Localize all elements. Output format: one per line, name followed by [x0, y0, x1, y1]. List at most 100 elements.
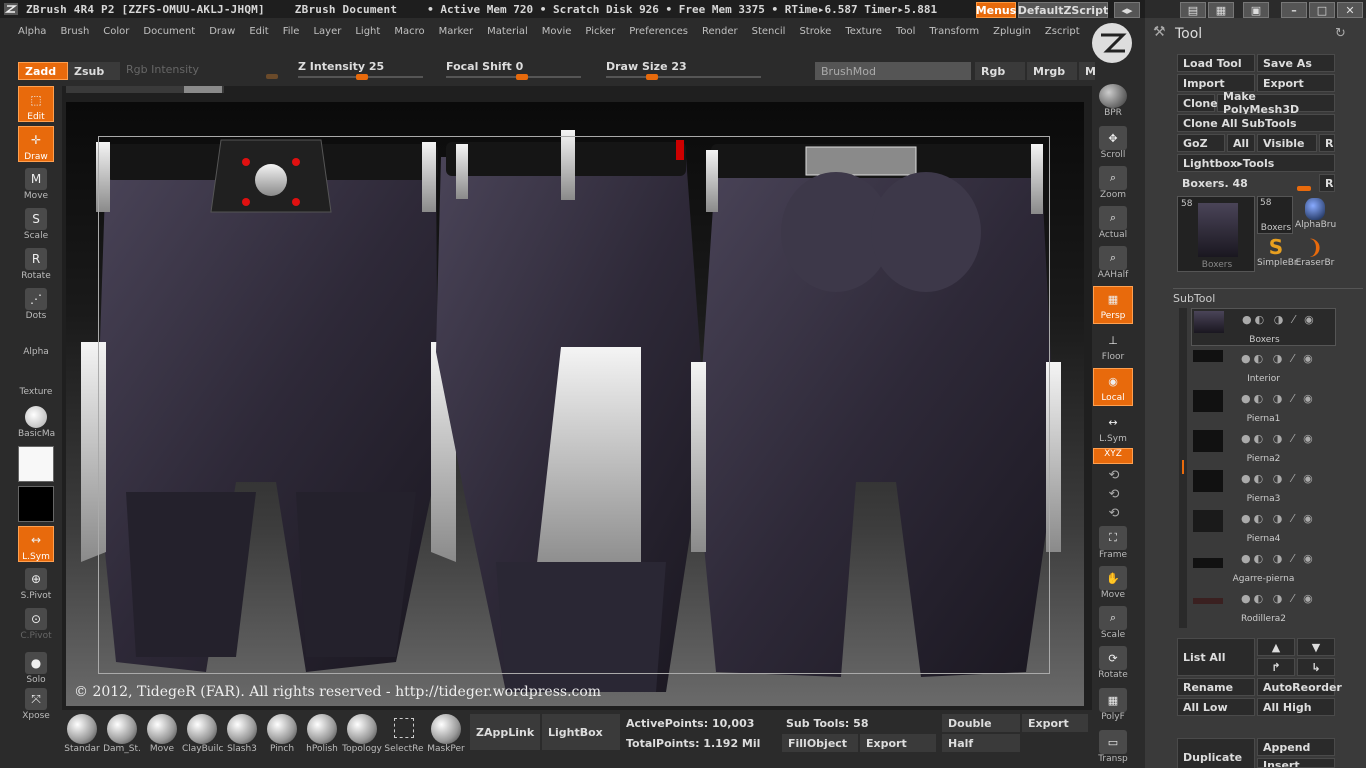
subtool-toggles-icon[interactable]: ●◐ ◑ ⁄ ◉ [1241, 352, 1316, 365]
edit-button[interactable]: ⬚ Edit [18, 86, 54, 122]
fill-object-button[interactable]: FillObject [782, 734, 858, 752]
brush-topology[interactable]: Topology [342, 714, 382, 754]
menu-material[interactable]: Material [487, 26, 528, 37]
subtool-item[interactable]: ●◐ ◑ ⁄ ◉ Interior [1191, 348, 1336, 386]
document-scrollbar[interactable] [66, 86, 224, 93]
menus-button[interactable]: Menus [976, 2, 1016, 18]
scale-view-button[interactable]: ⌕ Scale [1093, 606, 1133, 644]
palette-icon[interactable]: ▤ [1180, 2, 1206, 18]
brush-dam-standard[interactable]: Dam_St. [102, 714, 142, 754]
actual-button[interactable]: ⌕ Actual [1093, 206, 1133, 244]
persp-button[interactable]: ▦ Persp [1093, 286, 1133, 324]
brush-selectrect[interactable]: SelectRe [384, 714, 424, 754]
z-intensity-slider[interactable]: Z Intensity 25 [298, 60, 428, 80]
transp-button[interactable]: ▭ Transp [1093, 730, 1133, 768]
tool-thumb-simplebrush[interactable]: S SimpleBr [1257, 236, 1298, 274]
export-button-bottom[interactable]: Export [860, 734, 936, 752]
menu-layer[interactable]: Layer [313, 26, 341, 37]
xyz-button[interactable]: XYZ [1093, 448, 1133, 464]
texture-button[interactable]: Texture [18, 386, 54, 404]
viewport-canvas[interactable]: © 2012, TidegeR (FAR). All rights reserv… [66, 102, 1084, 706]
focal-shift-slider[interactable]: Focal Shift 0 [446, 60, 586, 80]
rgb-intensity-slider[interactable]: Rgb Intensity [120, 60, 280, 79]
zsub-button[interactable]: Zsub [68, 62, 120, 80]
clone-button[interactable]: Clone [1177, 94, 1218, 112]
brush-maskpen[interactable]: MaskPer [426, 714, 466, 754]
menu-light[interactable]: Light [355, 26, 380, 37]
all-low-button[interactable]: All Low [1177, 698, 1255, 716]
half-button[interactable]: Half [942, 734, 1020, 752]
zapplink-button[interactable]: ZAppLink [470, 714, 540, 750]
rotate-view-button[interactable]: ⟳ Rotate [1093, 646, 1133, 684]
menu-document[interactable]: Document [143, 26, 195, 37]
material-button[interactable]: BasicMa [18, 404, 55, 440]
menu-file[interactable]: File [283, 26, 300, 37]
floor-button[interactable]: ⊥ Floor [1093, 328, 1133, 366]
tool-thumb-alphabrush[interactable]: AlphaBru [1295, 196, 1336, 234]
draw-size-slider[interactable]: Draw Size 23 [606, 60, 766, 80]
move-button[interactable]: M Move [18, 166, 54, 202]
scale-button[interactable]: S Scale [18, 206, 54, 242]
menu-color[interactable]: Color [103, 26, 129, 37]
spivot-button[interactable]: ⊕ S.Pivot [18, 566, 54, 602]
maximize-icon[interactable]: □ [1309, 2, 1335, 18]
cpivot-button[interactable]: ⊙ C.Pivot [18, 606, 54, 642]
subtool-toggles-icon[interactable]: ●◐ ◑ ⁄ ◉ [1241, 472, 1316, 485]
main-color-swatch[interactable] [18, 446, 54, 482]
export-button-top[interactable]: Export [1022, 714, 1088, 732]
brushmod-slider[interactable]: BrushMod [815, 62, 971, 80]
menu-transform[interactable]: Transform [929, 26, 979, 37]
aahalf-button[interactable]: ⌕ AAHalf [1093, 246, 1133, 284]
lightbox-button[interactable]: LightBox [542, 714, 620, 750]
dots-button[interactable]: ⋰ Dots [18, 286, 54, 322]
subtool-item[interactable]: ●◐ ◑ ⁄ ◉ Pierna1 [1191, 388, 1336, 426]
solo-button[interactable]: ● Solo [18, 650, 54, 686]
subtool-toggles-icon[interactable]: ●◐ ◑ ⁄ ◉ [1242, 313, 1317, 326]
subtool-item[interactable]: ●◐ ◑ ⁄ ◉ Boxers [1191, 308, 1336, 346]
alpha-button[interactable]: Alpha [18, 346, 54, 364]
tool-slider[interactable]: Boxers. 48 [1177, 174, 1315, 192]
subtool-scrollbar[interactable] [1179, 308, 1187, 628]
save-as-button[interactable]: Save As [1257, 54, 1335, 72]
zadd-button[interactable]: Zadd [18, 62, 68, 80]
duplicate-button[interactable]: Duplicate [1177, 738, 1255, 768]
minimize-icon[interactable]: – [1281, 2, 1307, 18]
rgb-button[interactable]: Rgb [975, 62, 1025, 80]
menu-tool[interactable]: Tool [896, 26, 915, 37]
menu-draw[interactable]: Draw [209, 26, 235, 37]
goz-all-button[interactable]: All [1227, 134, 1255, 152]
layout-arrows-icon[interactable]: ◂▸ [1114, 2, 1140, 18]
brush-slash3[interactable]: Slash3 [222, 714, 262, 754]
frame-button[interactable]: ⛶ Frame [1093, 526, 1133, 564]
local-button[interactable]: ◉ Local [1093, 368, 1133, 406]
move-down-right-icon[interactable]: ↳ [1297, 658, 1335, 676]
subtool-item[interactable]: ●◐ ◑ ⁄ ◉ Pierna3 [1191, 468, 1336, 506]
menu-picker[interactable]: Picker [585, 26, 615, 37]
load-tool-button[interactable]: Load Tool [1177, 54, 1255, 72]
rotate-axis-icons[interactable]: ⟲ ⟲ ⟲ [1100, 466, 1128, 522]
list-all-button[interactable]: List All [1177, 638, 1255, 676]
move-down-icon[interactable]: ▼ [1297, 638, 1335, 656]
menu-texture[interactable]: Texture [845, 26, 882, 37]
refresh-icon[interactable]: ↻ [1335, 26, 1346, 41]
xpose-button[interactable]: ⤧ Xpose [18, 686, 54, 722]
zoom-button[interactable]: ⌕ Zoom [1093, 166, 1133, 204]
polyf-button[interactable]: ▦ PolyF [1093, 688, 1133, 726]
subtool-item[interactable]: ●◐ ◑ ⁄ ◉ Pierna4 [1191, 508, 1336, 546]
brush-move[interactable]: Move [142, 714, 182, 754]
subtool-toggles-icon[interactable]: ●◐ ◑ ⁄ ◉ [1241, 552, 1316, 565]
menu-marker[interactable]: Marker [439, 26, 474, 37]
rotate-button[interactable]: R Rotate [18, 246, 54, 282]
menu-render[interactable]: Render [702, 26, 738, 37]
move-up-icon[interactable]: ▲ [1257, 638, 1295, 656]
auto-reorder-button[interactable]: AutoReorder [1257, 678, 1342, 696]
tool-thumb-eraserbrush[interactable]: ❩ EraserBr [1295, 236, 1335, 274]
tool-thumb-main[interactable]: 58 Boxers [1177, 196, 1255, 272]
lsym-button[interactable]: ↔ L.Sym [18, 526, 54, 562]
goz-r-button[interactable]: R [1319, 134, 1335, 152]
clone-all-subtools-button[interactable]: Clone All SubTools [1177, 114, 1335, 132]
subtool-item[interactable]: ●◐ ◑ ⁄ ◉ Agarre-pierna [1191, 548, 1336, 586]
lightbox-tools-button[interactable]: Lightbox▸Tools [1177, 154, 1335, 172]
menu-preferences[interactable]: Preferences [629, 26, 688, 37]
rename-button[interactable]: Rename [1177, 678, 1255, 696]
